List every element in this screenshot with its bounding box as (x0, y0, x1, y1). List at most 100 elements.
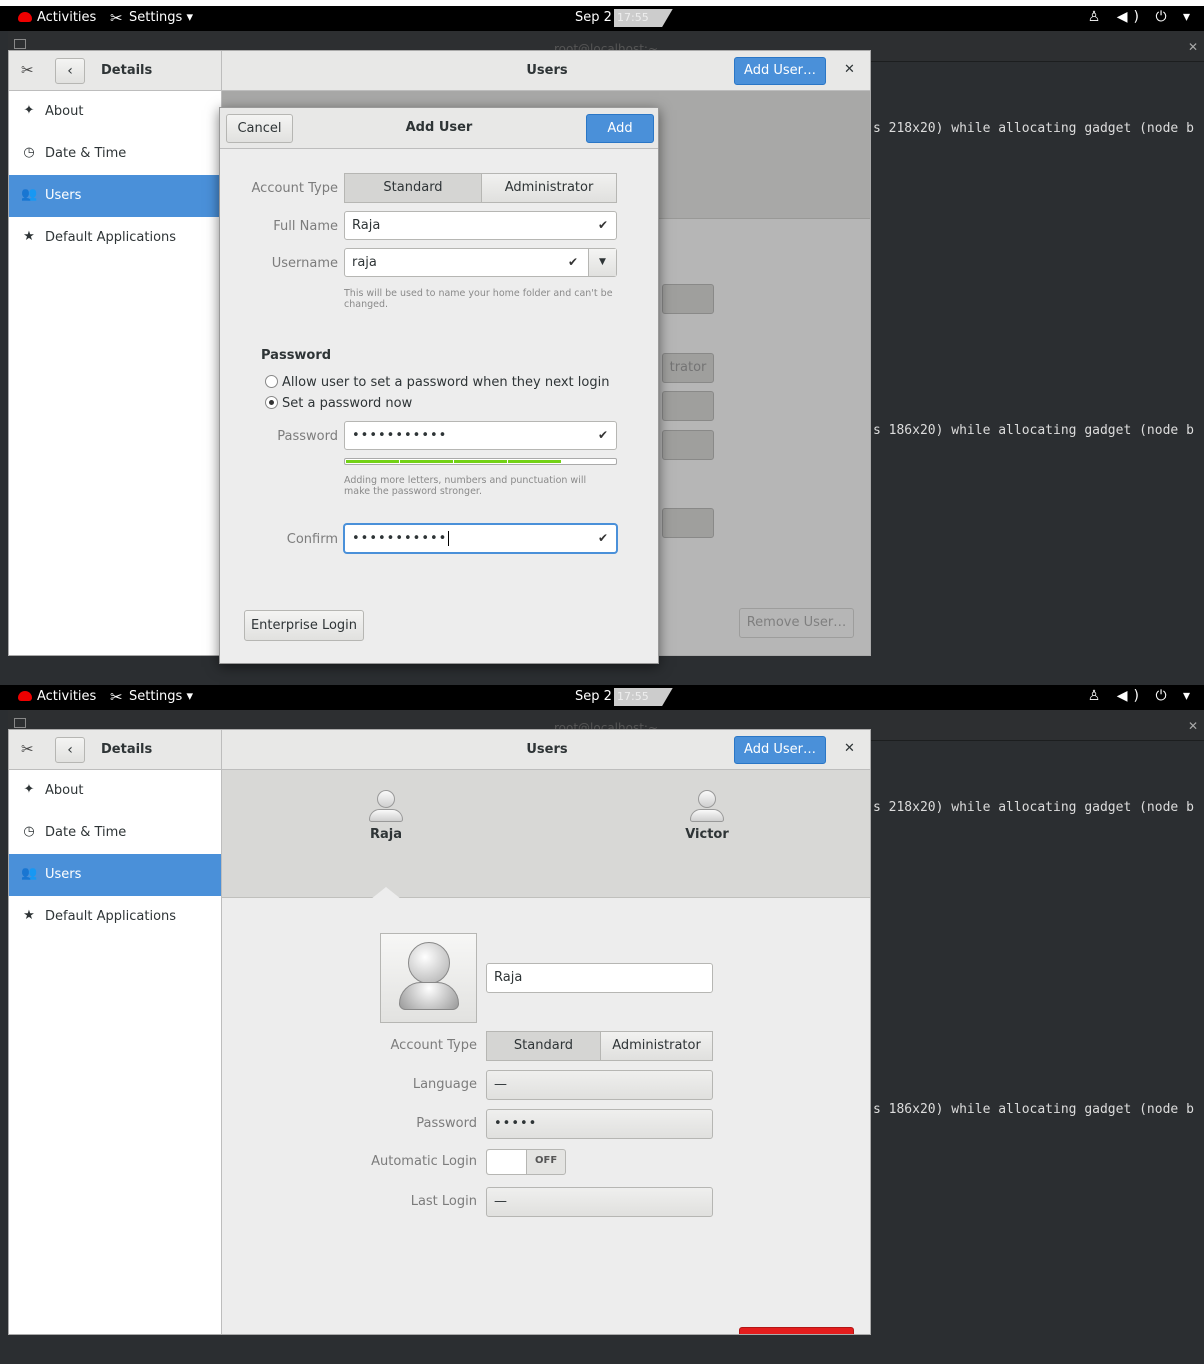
check-icon: ✔ (597, 531, 608, 545)
enterprise-login-button[interactable]: Enterprise Login (244, 610, 364, 641)
settings-sidebar-header: ✂ ‹ Details (9, 730, 222, 770)
confirm-password-field[interactable]: ••••••••••• ✔ (344, 524, 617, 553)
administrator-toggle[interactable]: Administrator (481, 173, 617, 203)
account-type-label: Account Type (390, 1038, 477, 1053)
terminal-line: s 218x20) while allocating gadget (node … (873, 800, 1194, 815)
username-value: raja (352, 255, 377, 270)
clock-date[interactable]: Sep 2 (575, 10, 612, 25)
last-login-label: Last Login (410, 1194, 477, 1209)
radio-set-password-now[interactable]: Set a password now (265, 396, 412, 411)
language-button[interactable]: — (486, 1070, 713, 1100)
add-button[interactable]: Add (586, 114, 654, 143)
plus-star-icon: ✦ (23, 103, 35, 118)
panel-title: Details (101, 742, 153, 757)
language-label: Language (412, 1077, 477, 1092)
system-status-icons[interactable]: ♙ ◀) ⏻ ▾ (1088, 9, 1196, 25)
users-content: Raja Victor Raja Account Type Standard A… (222, 770, 870, 1334)
remove-user-button[interactable]: Remove User… (739, 1327, 854, 1334)
strength-segment (562, 460, 615, 463)
back-button[interactable]: ‹ (55, 737, 85, 763)
full-name-field[interactable]: Raja ✔ (344, 211, 617, 240)
user-avatar-icon (369, 809, 403, 822)
clock-time[interactable]: 17:55 (614, 688, 673, 706)
sidebar-item-label: About (45, 783, 84, 798)
app-menu-button[interactable]: Settings ▾ (129, 10, 193, 25)
back-button[interactable]: ‹ (55, 58, 85, 84)
confirm-label: Confirm (286, 532, 338, 547)
sidebar-item-label: Default Applications (45, 230, 177, 245)
add-user-button[interactable]: Add User… (734, 57, 826, 85)
sidebar-item-users[interactable]: 👥 Users (9, 175, 221, 217)
user-tile-victor[interactable]: Victor (667, 790, 747, 842)
app-menu-button[interactable]: Settings ▾ (129, 689, 193, 704)
check-icon: ✔ (567, 255, 578, 269)
star-icon: ★ (23, 908, 35, 923)
password-value: ••••••••••• (352, 428, 448, 443)
user-avatar-icon (698, 790, 716, 808)
password-section-title: Password (261, 348, 332, 363)
administrator-toggle[interactable]: Administrator (600, 1031, 713, 1061)
avatar-body-icon (399, 982, 459, 1010)
user-avatar-icon (377, 790, 395, 808)
clock-time[interactable]: 17:55 (614, 9, 673, 27)
check-icon: ✔ (597, 218, 608, 232)
close-icon[interactable]: ✕ (844, 62, 855, 77)
user-tile-name: Victor (685, 827, 729, 842)
user-name-field[interactable]: Raja (486, 963, 713, 993)
username-hint: This will be used to name your home fold… (344, 288, 613, 310)
username-combo[interactable]: raja ✔ ▼ (344, 248, 617, 277)
last-login-button[interactable]: — (486, 1187, 713, 1217)
sidebar-item-label: Users (45, 188, 82, 203)
gnome-top-bar: Activities ✂ Settings ▾ Sep 2 17:55 ♙ ◀)… (0, 685, 1204, 710)
automatic-login-switch[interactable]: OFF (486, 1149, 566, 1175)
redhat-logo-icon (18, 691, 32, 701)
users-icon: 👥 (21, 187, 38, 202)
radio-label: Set a password now (282, 396, 413, 411)
radio-allow-login-password[interactable]: Allow user to set a password when they n… (265, 375, 609, 390)
sidebar-item-about[interactable]: ✦ About (9, 770, 221, 812)
user-tile-name: Raja (369, 827, 402, 842)
avatar-head-icon (408, 942, 450, 984)
password-strength-bar (344, 458, 617, 465)
settings-header: Users Add User… ✕ (222, 730, 870, 770)
sidebar-item-default-applications[interactable]: ★ Default Applications (9, 217, 221, 259)
password-field[interactable]: ••••••••••• ✔ (344, 421, 617, 450)
dialog-header: Cancel Add User Add (220, 108, 658, 149)
strength-segment (454, 460, 507, 463)
screenshot-user-details: Activities ✂ Settings ▾ Sep 2 17:55 ♙ ◀)… (0, 685, 1204, 1364)
switch-knob (487, 1150, 527, 1174)
sidebar-item-date-time[interactable]: ◷ Date & Time (9, 133, 221, 175)
activities-button[interactable]: Activities (37, 10, 96, 25)
settings-sidebar: ✦ About ◷ Date & Time 👥 Users ★ Default … (9, 91, 222, 655)
chevron-down-icon[interactable]: ▼ (588, 249, 616, 276)
user-tile-raja[interactable]: Raja (346, 790, 426, 842)
system-status-icons[interactable]: ♙ ◀) ⏻ ▾ (1088, 688, 1196, 704)
settings-sidebar: ✦ About ◷ Date & Time 👥 Users ★ Default … (9, 770, 222, 1334)
sidebar-item-label: Default Applications (45, 909, 177, 924)
add-user-button[interactable]: Add User… (734, 736, 826, 764)
standard-toggle[interactable]: Standard (486, 1031, 601, 1061)
chevron-left-icon: ‹ (67, 742, 73, 758)
password-button[interactable]: ••••• (486, 1109, 713, 1139)
strength-segment (400, 460, 453, 463)
terminal-line: s 186x20) while allocating gadget (node … (873, 423, 1194, 438)
sidebar-item-label: Date & Time (45, 146, 127, 161)
password-label: Password (277, 429, 338, 444)
gnome-top-bar: Activities ✂ Settings ▾ Sep 2 17:55 ♙ ◀)… (0, 6, 1204, 31)
sidebar-item-date-time[interactable]: ◷ Date & Time (9, 812, 221, 854)
sidebar-item-users[interactable]: 👥 Users (9, 854, 221, 896)
close-icon[interactable]: ✕ (844, 741, 855, 756)
strength-segment (346, 460, 399, 463)
panel-title: Details (101, 63, 153, 78)
standard-toggle[interactable]: Standard (344, 173, 482, 203)
sidebar-item-default-applications[interactable]: ★ Default Applications (9, 896, 221, 938)
tools-icon: ✂ (21, 740, 34, 758)
terminal-close-icon[interactable]: ✕ (1188, 40, 1198, 54)
activities-button[interactable]: Activities (37, 689, 96, 704)
radio-icon (265, 375, 278, 388)
sidebar-item-about[interactable]: ✦ About (9, 91, 221, 133)
terminal-close-icon[interactable]: ✕ (1188, 719, 1198, 733)
user-avatar-button[interactable] (380, 933, 477, 1023)
clock-date[interactable]: Sep 2 (575, 689, 612, 704)
settings-window: ✂ ‹ Details Users Add User… ✕ ✦ About ◷ … (8, 729, 871, 1335)
